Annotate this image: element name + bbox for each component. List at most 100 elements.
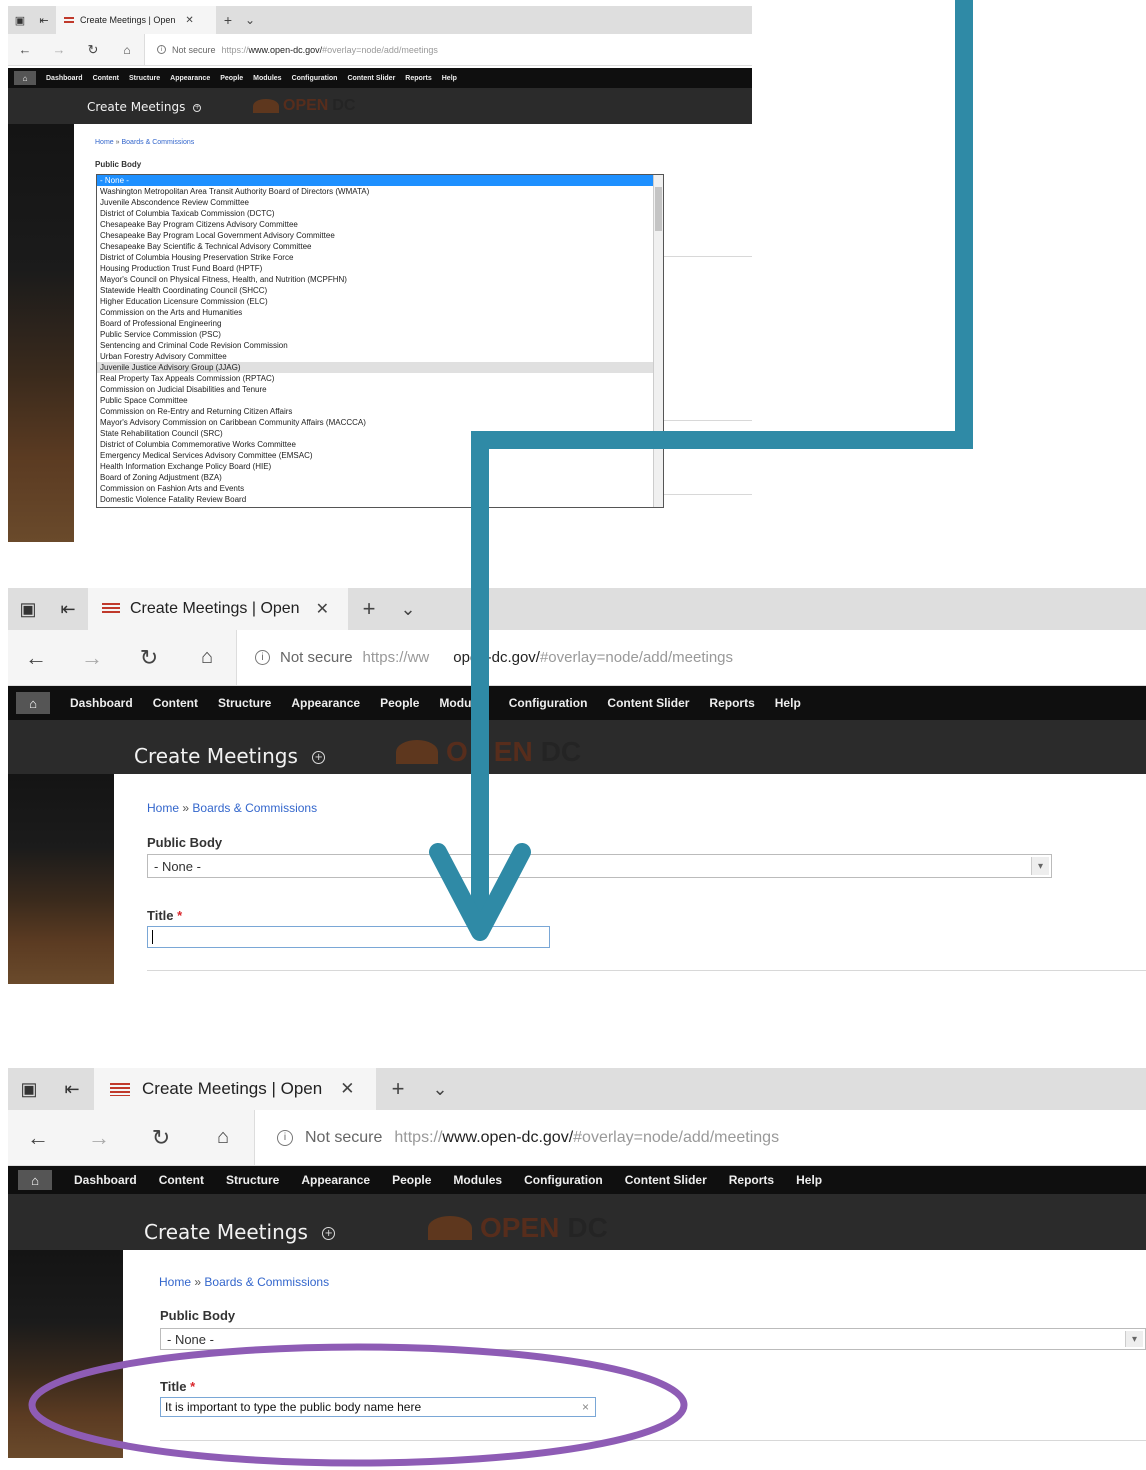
toolbar-content-slider[interactable]: Content Slider [347, 75, 395, 82]
toolbar-configuration[interactable]: Configuration [509, 696, 588, 710]
browser-tab[interactable]: Create Meetings | Open ✕ [56, 6, 216, 34]
set-aside-tabs-icon[interactable]: ⇤ [50, 1068, 94, 1110]
breadcrumb-home[interactable]: Home [95, 139, 114, 146]
set-aside-tabs-icon[interactable]: ⇤ [48, 588, 88, 630]
back-icon[interactable]: ← [8, 1125, 68, 1151]
dropdown-option[interactable]: State Rehabilitation Council (SRC) [97, 428, 653, 439]
close-tab-icon[interactable]: ✕ [340, 1079, 354, 1099]
new-tab-icon[interactable]: + [348, 588, 390, 630]
toolbar-reports[interactable]: Reports [729, 1173, 774, 1187]
tab-manager-icon[interactable]: ▣ [8, 588, 48, 630]
dropdown-option[interactable]: District of Columbia Commemorative Works… [97, 439, 653, 450]
scrollbar-thumb[interactable] [655, 187, 662, 231]
tab-manager-icon[interactable]: ▣ [8, 6, 32, 34]
new-tab-icon[interactable]: + [216, 6, 240, 34]
toolbar-people[interactable]: People [392, 1173, 431, 1187]
dropdown-option[interactable]: Mayor's Council on Physical Fitness, Hea… [97, 274, 653, 285]
dropdown-option[interactable]: Emergency Medical Services Advisory Comm… [97, 450, 653, 461]
toolbar-configuration[interactable]: Configuration [292, 75, 338, 82]
home-icon[interactable]: ⌂ [178, 646, 236, 669]
back-icon[interactable]: ← [8, 645, 64, 671]
toolbar-reports[interactable]: Reports [405, 75, 431, 82]
toolbar-appearance[interactable]: Appearance [291, 696, 360, 710]
close-tab-icon[interactable]: ✕ [316, 599, 329, 619]
dropdown-option[interactable]: Mayor's Advisory Commission on Caribbean… [97, 417, 653, 428]
public-body-select[interactable]: - None - ▾ [160, 1328, 1146, 1350]
dropdown-option[interactable]: Sentencing and Criminal Code Revision Co… [97, 340, 653, 351]
dropdown-option[interactable]: Board of Professional Engineering [97, 318, 653, 329]
new-tab-icon[interactable]: + [376, 1068, 420, 1110]
dropdown-option[interactable]: District of Columbia Housing Preservatio… [97, 252, 653, 263]
dropdown-option[interactable]: Public Space Committee [97, 395, 653, 406]
dropdown-option[interactable]: Statewide Health Coordinating Council (S… [97, 285, 653, 296]
toolbar-appearance[interactable]: Appearance [170, 75, 210, 82]
dropdown-option[interactable]: Real Property Tax Appeals Commission (RP… [97, 373, 653, 384]
toolbar-content[interactable]: Content [93, 75, 119, 82]
breadcrumb-home[interactable]: Home [159, 1275, 191, 1289]
toolbar-help[interactable]: Help [796, 1173, 822, 1187]
add-shortcut-icon[interactable]: + [322, 1227, 336, 1240]
home-icon[interactable]: ⌂ [192, 1126, 254, 1149]
toolbar-people[interactable]: People [220, 75, 243, 82]
forward-icon[interactable]: → [64, 645, 120, 671]
toolbar-content-slider[interactable]: Content Slider [607, 696, 689, 710]
back-icon[interactable]: ← [8, 42, 42, 57]
toolbar-structure[interactable]: Structure [218, 696, 271, 710]
browser-tab[interactable]: Create Meetings | Open ✕ [88, 588, 348, 630]
breadcrumb-boards[interactable]: Boards & Commissions [192, 801, 317, 815]
dropdown-option[interactable]: Commission on Judicial Disabilities and … [97, 384, 653, 395]
dropdown-option[interactable]: Juvenile Abscondence Review Committee [97, 197, 653, 208]
dropdown-option[interactable]: Chesapeake Bay Program Local Government … [97, 230, 653, 241]
toolbar-home-icon[interactable]: ⌂ [16, 692, 50, 714]
dropdown-option[interactable]: District of Columbia Taxicab Commission … [97, 208, 653, 219]
add-shortcut-icon[interactable]: + [193, 103, 202, 112]
set-aside-tabs-icon[interactable]: ⇤ [32, 6, 56, 34]
clear-input-icon[interactable]: × [582, 1400, 589, 1414]
toolbar-modules[interactable]: Modul [439, 696, 474, 710]
dropdown-option[interactable]: - None - [97, 175, 653, 186]
toolbar-dashboard[interactable]: Dashboard [70, 696, 133, 710]
dropdown-option[interactable]: Public Service Commission (PSC) [97, 329, 653, 340]
title-input[interactable] [147, 926, 550, 948]
forward-icon[interactable]: → [42, 42, 76, 57]
dropdown-option[interactable]: Chesapeake Bay Scientific & Technical Ad… [97, 241, 653, 252]
dropdown-option[interactable]: Chesapeake Bay Program Citizens Advisory… [97, 219, 653, 230]
toolbar-home-icon[interactable]: ⌂ [18, 1170, 52, 1190]
forward-icon[interactable]: → [68, 1125, 130, 1151]
breadcrumb-boards[interactable]: Boards & Commissions [204, 1275, 329, 1289]
dropdown-option[interactable]: Urban Forestry Advisory Committee [97, 351, 653, 362]
dropdown-option[interactable]: Health Information Exchange Policy Board… [97, 461, 653, 472]
toolbar-content-slider[interactable]: Content Slider [625, 1173, 707, 1187]
add-shortcut-icon[interactable]: + [312, 751, 326, 764]
url-field[interactable]: i Not secure https://ww open-dc.gov/#over… [236, 630, 1146, 685]
breadcrumb-home[interactable]: Home [147, 801, 179, 815]
tab-manager-icon[interactable]: ▣ [8, 1068, 50, 1110]
dropdown-option[interactable]: Board of Zoning Adjustment (BZA) [97, 472, 653, 483]
dropdown-option[interactable]: Housing Production Trust Fund Board (HPT… [97, 263, 653, 274]
toolbar-reports[interactable]: Reports [709, 696, 754, 710]
url-field[interactable]: i Not secure https://www.open-dc.gov/#ov… [144, 34, 752, 65]
tab-preview-chevron-icon[interactable]: ⌄ [420, 1068, 460, 1110]
toolbar-appearance[interactable]: Appearance [301, 1173, 370, 1187]
dropdown-option[interactable]: Higher Education Licensure Commission (E… [97, 296, 653, 307]
url-field[interactable]: i Not secure https://www.open-dc.gov/#ov… [254, 1110, 1146, 1165]
breadcrumb-boards[interactable]: Boards & Commissions [122, 139, 195, 146]
browser-tab[interactable]: Create Meetings | Open ✕ [94, 1068, 376, 1110]
dropdown-scrollbar[interactable] [653, 175, 663, 507]
toolbar-modules[interactable]: Modules [453, 1173, 502, 1187]
refresh-icon[interactable]: ↻ [76, 42, 110, 58]
toolbar-content[interactable]: Content [159, 1173, 204, 1187]
toolbar-help[interactable]: Help [442, 75, 457, 82]
toolbar-home-icon[interactable]: ⌂ [14, 71, 36, 85]
toolbar-content[interactable]: Content [153, 696, 198, 710]
toolbar-structure[interactable]: Structure [226, 1173, 279, 1187]
toolbar-people[interactable]: People [380, 696, 419, 710]
dropdown-option[interactable]: Domestic Violence Fatality Review Board [97, 494, 653, 505]
dropdown-option[interactable]: Commission on Re-Entry and Returning Cit… [97, 406, 653, 417]
tab-preview-chevron-icon[interactable]: ⌄ [390, 588, 426, 630]
dropdown-option[interactable]: Washington Metropolitan Area Transit Aut… [97, 186, 653, 197]
public-body-select[interactable]: - None - ▾ [147, 854, 1052, 878]
toolbar-help[interactable]: Help [775, 696, 801, 710]
title-input[interactable]: It is important to type the public body … [160, 1397, 596, 1417]
dropdown-option[interactable]: Juvenile Justice Advisory Group (JJAG) [97, 362, 653, 373]
